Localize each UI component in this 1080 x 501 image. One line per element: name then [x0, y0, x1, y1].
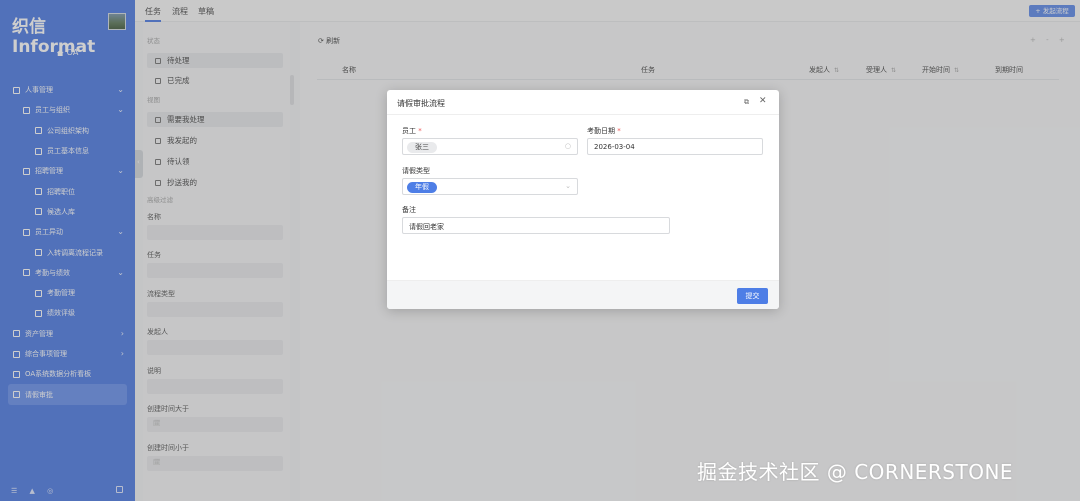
- leave-approval-dialog: 请假审批流程 ⧉ ✕ 员工 * 张三 ○ 考勤日期 * 2026-03-04 请…: [387, 90, 779, 309]
- dialog-title: 请假审批流程: [397, 99, 445, 108]
- search-icon: ○: [564, 142, 571, 150]
- dialog-header-divider: [387, 114, 779, 115]
- watermark: 掘金技术社区 @ CORNERSTONE: [697, 460, 1014, 484]
- submit-button[interactable]: 提交: [737, 288, 768, 304]
- attendance-date-label: 考勤日期 *: [587, 127, 621, 135]
- employee-chip: 张三: [407, 142, 437, 153]
- chevron-down-icon: ⌄: [565, 182, 571, 190]
- leave-type-chip: 年假: [407, 182, 437, 193]
- attendance-date-field[interactable]: 2026-03-04: [587, 138, 763, 155]
- remark-input[interactable]: 请假回老家: [402, 217, 670, 234]
- remark-label: 备注: [402, 206, 416, 214]
- dialog-footer: [387, 280, 779, 309]
- close-icon[interactable]: ✕: [759, 96, 767, 106]
- leave-type-label: 请假类型: [402, 167, 430, 175]
- employee-select[interactable]: 张三 ○: [402, 138, 578, 155]
- employee-label: 员工 *: [402, 127, 422, 135]
- open-external-icon[interactable]: ⧉: [744, 98, 749, 107]
- leave-type-select[interactable]: 年假 ⌄: [402, 178, 578, 195]
